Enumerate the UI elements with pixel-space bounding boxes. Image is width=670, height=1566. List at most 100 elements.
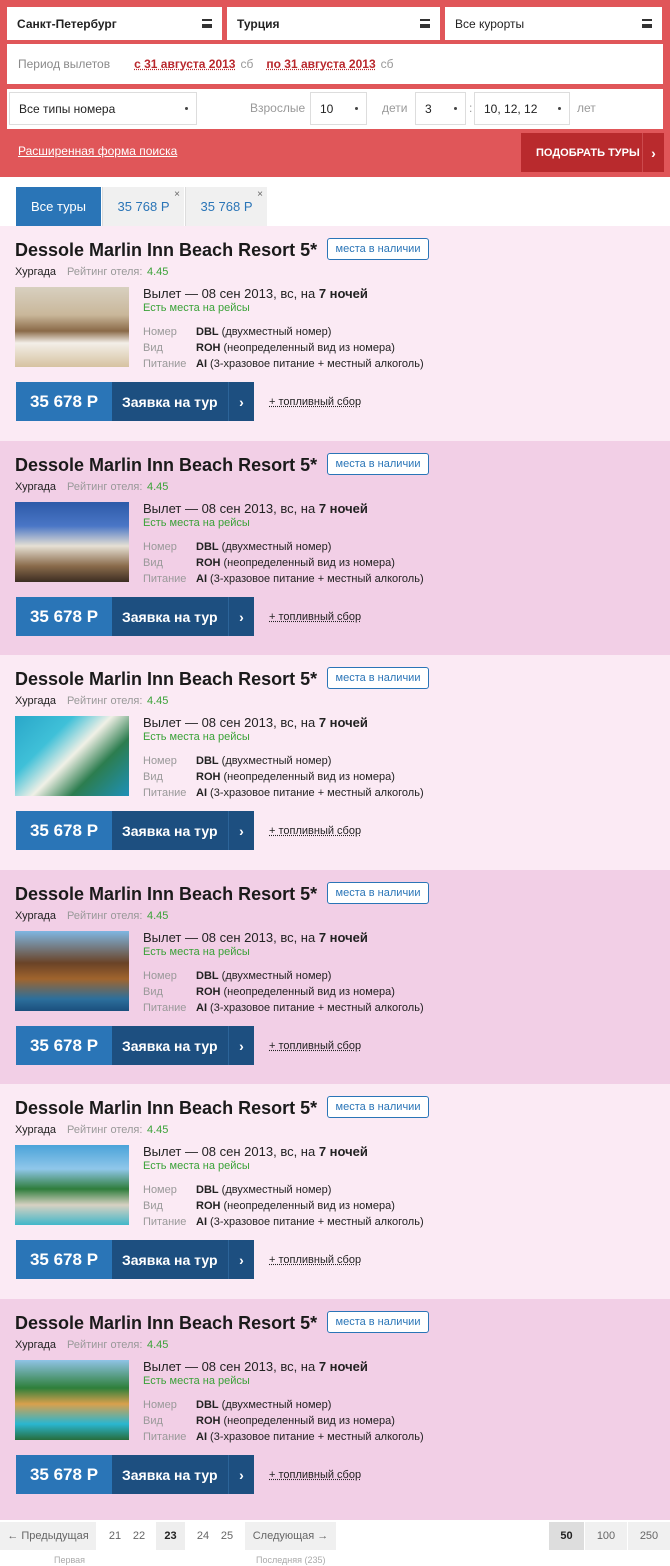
order-label: Заявка на тур bbox=[122, 608, 218, 625]
fuel-surcharge-link[interactable]: + топливный сбор bbox=[269, 825, 361, 837]
availability-badge: места в наличии bbox=[327, 667, 429, 689]
room-value: DBL (двухместный номер) bbox=[196, 541, 332, 553]
order-tour-button[interactable]: Заявка на тур › bbox=[112, 1240, 254, 1279]
hotel-name[interactable]: Dessole Marlin Inn Beach Resort 5* bbox=[15, 455, 317, 476]
room-value: DBL (двухместный номер) bbox=[196, 970, 332, 982]
hotel-name[interactable]: Dessole Marlin Inn Beach Resort 5* bbox=[15, 1098, 317, 1119]
country-select[interactable]: Турция bbox=[227, 7, 440, 40]
order-label: Заявка на тур bbox=[122, 1037, 218, 1054]
pagination: ← Предыдущая Первая 21 22 23 24 25 Следу… bbox=[0, 1520, 670, 1566]
departure-text: Вылет — 08 сен 2013, вс, на bbox=[143, 286, 319, 301]
hotel-photo[interactable] bbox=[15, 287, 129, 367]
adults-select[interactable]: 10 bbox=[310, 92, 367, 125]
page-link[interactable]: 21 bbox=[104, 1522, 126, 1550]
rating-value: 4.45 bbox=[147, 910, 169, 922]
last-page-link[interactable]: Последняя (235) bbox=[256, 1555, 326, 1565]
fuel-surcharge-link[interactable]: + топливный сбор bbox=[269, 611, 361, 623]
availability-badge: места в наличии bbox=[327, 1311, 429, 1333]
prev-page-button[interactable]: ← Предыдущая bbox=[0, 1522, 96, 1550]
fuel-surcharge-link[interactable]: + топливный сбор bbox=[269, 1040, 361, 1052]
room-type-value: Все типы номера bbox=[19, 101, 116, 116]
tab-all-tours[interactable]: Все туры bbox=[16, 187, 101, 226]
rating-value: 4.45 bbox=[147, 1339, 169, 1351]
first-page-link[interactable]: Первая bbox=[54, 1555, 85, 1565]
resort-value: Все курорты bbox=[455, 16, 525, 31]
order-tour-button[interactable]: Заявка на тур › bbox=[112, 382, 254, 421]
results-tabs: Все туры 35 768 Р × 35 768 Р × bbox=[0, 187, 670, 226]
rating-label: Рейтинг отеля: bbox=[67, 695, 143, 707]
meal-value: AI (3-хразовое питание + местный алкогол… bbox=[196, 787, 424, 799]
hotel-city: Хургада bbox=[15, 266, 57, 278]
hotel-photo[interactable] bbox=[15, 1360, 129, 1440]
order-label: Заявка на тур bbox=[122, 822, 218, 839]
date-from-link[interactable]: с 31 августа 2013 bbox=[134, 57, 235, 71]
adults-value: 10 bbox=[320, 101, 334, 116]
meal-label: Питание bbox=[143, 358, 187, 370]
years-label: лет bbox=[577, 101, 596, 115]
hotel-name[interactable]: Dessole Marlin Inn Beach Resort 5* bbox=[15, 884, 317, 905]
prev-label: ← Предыдущая bbox=[7, 1530, 89, 1542]
per-page-250[interactable]: 250 bbox=[628, 1522, 670, 1550]
dropdown-dot-icon bbox=[454, 107, 457, 110]
chevron-right-icon: › bbox=[228, 1240, 254, 1279]
price-button[interactable]: 35 678 Р bbox=[16, 597, 112, 636]
page-link[interactable]: 25 bbox=[216, 1522, 238, 1550]
order-tour-button[interactable]: Заявка на тур › bbox=[112, 1026, 254, 1065]
order-tour-button[interactable]: Заявка на тур › bbox=[112, 597, 254, 636]
price-button[interactable]: 35 678 Р bbox=[16, 1240, 112, 1279]
tour-card: Dessole Marlin Inn Beach Resort 5* места… bbox=[0, 441, 670, 655]
departure-text: Вылет — 08 сен 2013, вс, на bbox=[143, 930, 319, 945]
ages-select[interactable]: 10, 12, 12 bbox=[474, 92, 570, 125]
find-tours-button[interactable]: ПОДОБРАТЬ ТУРЫ › bbox=[521, 133, 664, 172]
per-page-50[interactable]: 50 bbox=[549, 1522, 584, 1550]
availability-badge: места в наличии bbox=[327, 1096, 429, 1118]
date-to-link[interactable]: по 31 августа 2013 bbox=[266, 57, 375, 71]
rating-label: Рейтинг отеля: bbox=[67, 266, 143, 278]
hotel-photo[interactable] bbox=[15, 1145, 129, 1225]
price-button[interactable]: 35 678 Р bbox=[16, 1026, 112, 1065]
resort-select[interactable]: Все курорты bbox=[445, 7, 662, 40]
city-select[interactable]: Санкт-Петербург bbox=[7, 7, 222, 40]
adults-label: Взрослые bbox=[250, 101, 306, 115]
close-icon[interactable]: × bbox=[174, 189, 180, 200]
rating-label: Рейтинг отеля: bbox=[67, 910, 143, 922]
page-link[interactable]: 24 bbox=[192, 1522, 214, 1550]
children-select[interactable]: 3 bbox=[415, 92, 466, 125]
fuel-surcharge-link[interactable]: + топливный сбор bbox=[269, 1254, 361, 1266]
room-type-select[interactable]: Все типы номера bbox=[9, 92, 197, 125]
departure-info: Вылет — 08 сен 2013, вс, на 7 ночей bbox=[143, 715, 368, 730]
page-link[interactable]: 22 bbox=[128, 1522, 150, 1550]
rating-value: 4.45 bbox=[147, 695, 169, 707]
tab-price-2[interactable]: 35 768 Р × bbox=[185, 187, 267, 226]
room-label: Номер bbox=[143, 1184, 177, 1196]
hotel-name[interactable]: Dessole Marlin Inn Beach Resort 5* bbox=[15, 669, 317, 690]
hotel-photo[interactable] bbox=[15, 502, 129, 582]
nights-count: 7 ночей bbox=[318, 501, 368, 516]
advanced-search-link[interactable]: Расширенная форма поиска bbox=[18, 144, 177, 158]
menu-icon bbox=[202, 19, 212, 28]
departure-info: Вылет — 08 сен 2013, вс, на 7 ночей bbox=[143, 930, 368, 945]
price-button[interactable]: 35 678 Р bbox=[16, 811, 112, 850]
chevron-right-icon: › bbox=[228, 1026, 254, 1065]
next-page-button[interactable]: Следующая → bbox=[245, 1522, 336, 1550]
price-button[interactable]: 35 678 Р bbox=[16, 1455, 112, 1494]
view-value: ROH (неопределенный вид из номера) bbox=[196, 557, 395, 569]
hotel-photo[interactable] bbox=[15, 931, 129, 1011]
departure-text: Вылет — 08 сен 2013, вс, на bbox=[143, 501, 319, 516]
hotel-city: Хургада bbox=[15, 1124, 57, 1136]
per-page-100[interactable]: 100 bbox=[585, 1522, 627, 1550]
order-tour-button[interactable]: Заявка на тур › bbox=[112, 1455, 254, 1494]
hotel-name[interactable]: Dessole Marlin Inn Beach Resort 5* bbox=[15, 1313, 317, 1334]
close-icon[interactable]: × bbox=[257, 189, 263, 200]
tab-price-1[interactable]: 35 768 Р × bbox=[102, 187, 184, 226]
fuel-surcharge-link[interactable]: + топливный сбор bbox=[269, 396, 361, 408]
order-tour-button[interactable]: Заявка на тур › bbox=[112, 811, 254, 850]
meal-label: Питание bbox=[143, 787, 187, 799]
hotel-name[interactable]: Dessole Marlin Inn Beach Resort 5* bbox=[15, 240, 317, 261]
hotel-photo[interactable] bbox=[15, 716, 129, 796]
fuel-surcharge-link[interactable]: + топливный сбор bbox=[269, 1469, 361, 1481]
children-value: 3 bbox=[425, 101, 432, 116]
rating-label: Рейтинг отеля: bbox=[67, 1124, 143, 1136]
price-button[interactable]: 35 678 Р bbox=[16, 382, 112, 421]
menu-icon bbox=[420, 19, 430, 28]
